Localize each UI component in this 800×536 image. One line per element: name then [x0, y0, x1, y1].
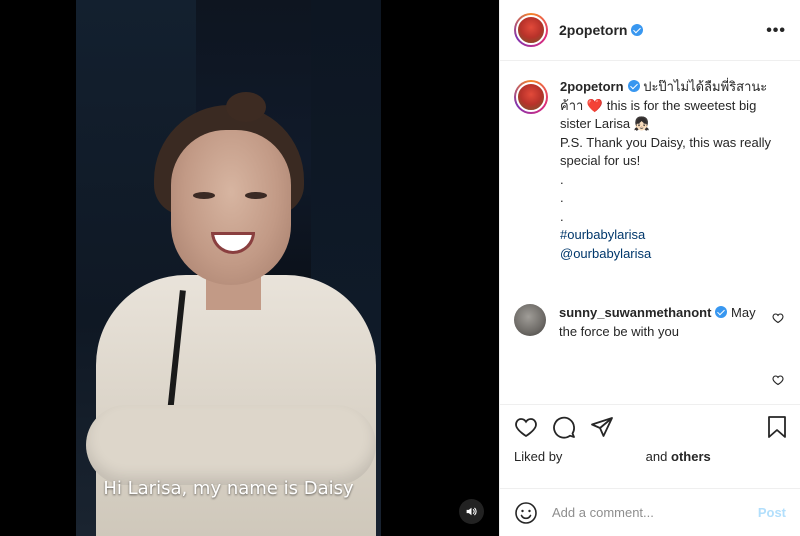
- share-icon[interactable]: [590, 415, 614, 439]
- post-header: 2popetorn •••: [500, 0, 800, 61]
- caption-avatar[interactable]: [514, 80, 548, 114]
- heart-icon[interactable]: [514, 415, 538, 439]
- post-panel: 2popetorn ••• 2popetorn ปะป๊าไม่ได้ลืมพี…: [499, 0, 800, 536]
- avatar-image: [516, 15, 546, 45]
- post-actions: Liked by and others: [500, 404, 800, 469]
- add-comment-bar: Post: [500, 488, 800, 536]
- crossed-arms: [86, 405, 376, 485]
- commenter-username[interactable]: sunny_suwanmethanont: [559, 305, 711, 320]
- girl-emoji-icon: 👧🏻: [633, 116, 650, 131]
- sound-toggle-button[interactable]: [459, 499, 484, 524]
- author-username-text[interactable]: 2popetorn: [559, 22, 627, 38]
- person-hair-bun: [226, 92, 266, 122]
- hashtag-link[interactable]: #ourbabylarisa: [560, 226, 782, 245]
- commenter-avatar[interactable]: [514, 304, 546, 336]
- liked-by-others-link[interactable]: others: [671, 449, 711, 464]
- bookmark-icon[interactable]: [766, 415, 788, 444]
- post-caption: 2popetorn ปะป๊าไม่ได้ลืมพี่ริสานะค้าา ❤️…: [514, 78, 786, 263]
- caption-ps: P.S. Thank you Daisy, this was really sp…: [560, 134, 771, 169]
- verified-badge-icon: [715, 306, 728, 318]
- liked-by-user-redacted: [566, 449, 643, 461]
- caption-dot: .: [560, 171, 564, 187]
- caption-dot: .: [560, 190, 564, 205]
- liked-by-line[interactable]: Liked by and others: [500, 449, 800, 469]
- left-eye: [193, 192, 215, 199]
- verified-badge-icon: [627, 80, 640, 92]
- comment-like-heart-icon[interactable]: [772, 312, 784, 324]
- author-avatar[interactable]: [514, 13, 548, 47]
- comments-section[interactable]: 2popetorn ปะป๊าไม่ได้ลืมพี่ริสานะค้าา ❤️…: [500, 62, 800, 404]
- caption-like-heart-icon[interactable]: [772, 374, 784, 386]
- caption-dot: .: [560, 208, 564, 224]
- comment-text: sunny_suwanmethanont May the force be wi…: [559, 304, 759, 341]
- avatar-image: [516, 82, 546, 112]
- smile: [211, 232, 255, 254]
- author-username[interactable]: 2popetorn: [559, 22, 644, 38]
- action-icon-bar: [500, 405, 800, 449]
- speaker-icon: [466, 507, 477, 516]
- caption-text: 2popetorn ปะป๊าไม่ได้ลืมพี่ริสานะค้าา ❤️…: [560, 78, 782, 263]
- emoji-icon[interactable]: [514, 501, 538, 525]
- post-comment-button[interactable]: Post: [758, 505, 786, 520]
- verified-badge-icon: [631, 24, 644, 36]
- comment-icon[interactable]: [552, 415, 576, 439]
- person-face: [171, 130, 291, 285]
- liked-by-prefix: Liked by: [514, 449, 563, 464]
- video-caption: Hi Larisa, my name is Daisy: [103, 478, 354, 499]
- video-player[interactable]: Hi Larisa, my name is Daisy: [0, 0, 499, 536]
- mention-link[interactable]: @ourbabylarisa: [560, 245, 782, 264]
- liked-by-and: and: [645, 449, 668, 464]
- red-heart-emoji-icon: ❤️: [586, 97, 604, 113]
- comment-input[interactable]: [552, 505, 758, 520]
- more-options-icon[interactable]: •••: [766, 22, 786, 40]
- caption-username[interactable]: 2popetorn: [560, 79, 624, 94]
- comment-item: sunny_suwanmethanont May the force be wi…: [514, 304, 786, 341]
- video-frame[interactable]: Hi Larisa, my name is Daisy: [76, 0, 381, 536]
- right-eye: [245, 192, 267, 199]
